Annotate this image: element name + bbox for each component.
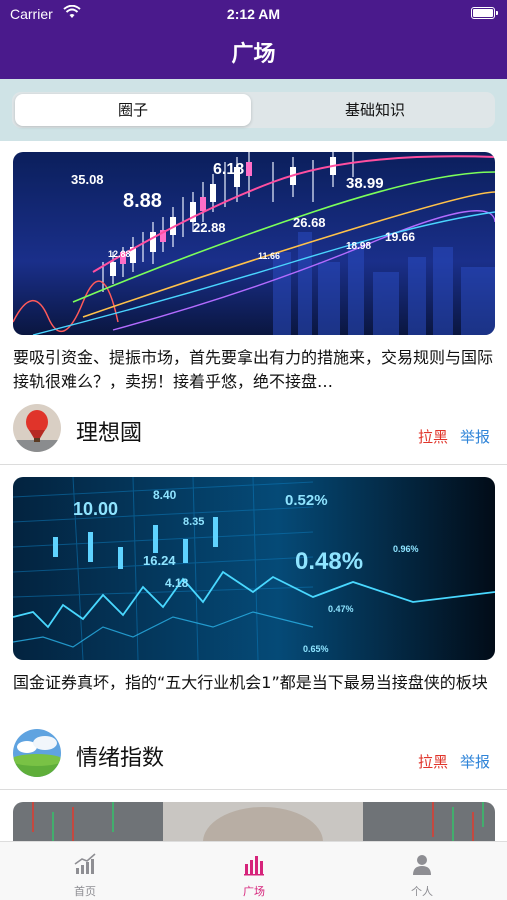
image-label: 8.40 (153, 488, 177, 502)
report-button[interactable]: 举报 (460, 426, 490, 447)
segment-basics[interactable]: 基础知识 (258, 94, 492, 126)
tab-square[interactable]: 广场 (194, 842, 314, 900)
person-icon (413, 855, 431, 875)
battery-icon (471, 7, 498, 19)
image-label: 35.08 (71, 172, 104, 187)
status-bar: Carrier 2:12 AM (0, 0, 507, 28)
image-label: 0.96% (393, 544, 419, 554)
bar-chart-icon (244, 856, 264, 876)
post-feed[interactable]: 35.08 8.88 6.18 38.99 22.88 26.68 18.98 … (0, 141, 507, 841)
block-button[interactable]: 拉黑 (418, 426, 448, 447)
tab-label: 广场 (243, 885, 265, 898)
post-card (0, 791, 507, 841)
image-label: 10.00 (73, 499, 118, 519)
post-image[interactable] (13, 802, 495, 841)
image-label: 0.47% (328, 604, 354, 614)
app-header: Carrier 2:12 AM 广场 (0, 0, 507, 79)
tab-profile[interactable]: 个人 (362, 842, 482, 900)
segment-bar: 圈子 基础知识 (0, 79, 507, 141)
image-label: 4.18 (165, 576, 189, 590)
tab-home[interactable]: 首页 (25, 842, 145, 900)
image-label: 8.35 (183, 516, 204, 528)
post-image[interactable]: 35.08 8.88 6.18 38.99 22.88 26.68 18.98 … (13, 152, 495, 335)
post-image[interactable]: 10.00 8.40 8.35 16.24 4.18 0.52% 0.48% 0… (13, 477, 495, 660)
tab-label: 首页 (74, 885, 96, 898)
tab-label: 个人 (411, 885, 433, 898)
image-label: 22.88 (193, 220, 226, 235)
divider (0, 789, 507, 790)
block-button[interactable]: 拉黑 (418, 751, 448, 772)
image-label: 26.68 (293, 215, 326, 230)
image-label: 38.99 (346, 175, 384, 192)
image-label: 12.88 (108, 249, 131, 259)
page-title: 广场 (231, 42, 276, 67)
image-label: 16.24 (143, 553, 176, 568)
tab-bar: 首页 广场 个人 (0, 841, 507, 900)
image-label: 18.98 (346, 241, 371, 252)
post-card: 10.00 8.40 8.35 16.24 4.18 0.52% 0.48% 0… (0, 466, 507, 791)
divider (0, 464, 507, 465)
post-card: 35.08 8.88 6.18 38.99 22.88 26.68 18.98 … (0, 141, 507, 466)
post-text[interactable]: 要吸引资金、提振市场，首先要拿出有力的措施来，交易规则与国际接轨很难么？，卖拐！… (13, 346, 495, 394)
image-label: 0.52% (285, 492, 328, 509)
author-name[interactable]: 理想國 (76, 415, 142, 447)
image-label: 11.66 (258, 251, 280, 261)
post-text[interactable]: 国金证券真坏，指的“五大行业机会1”都是当下最易当接盘侠的板块 (13, 671, 495, 719)
avatar[interactable] (13, 729, 61, 777)
trend-chart-icon (74, 853, 96, 874)
status-time: 2:12 AM (226, 6, 281, 22)
image-label: 0.48% (295, 548, 363, 575)
report-button[interactable]: 举报 (460, 751, 490, 772)
segmented-control: 圈子 基础知识 (12, 92, 495, 128)
image-label: 19.66 (385, 230, 415, 244)
segment-circle[interactable]: 圈子 (15, 94, 251, 126)
author-name[interactable]: 情绪指数 (76, 740, 164, 772)
image-label: 8.88 (123, 190, 162, 212)
image-label: 6.18 (213, 161, 244, 178)
image-label: 0.65% (303, 644, 329, 654)
avatar[interactable] (13, 404, 61, 452)
